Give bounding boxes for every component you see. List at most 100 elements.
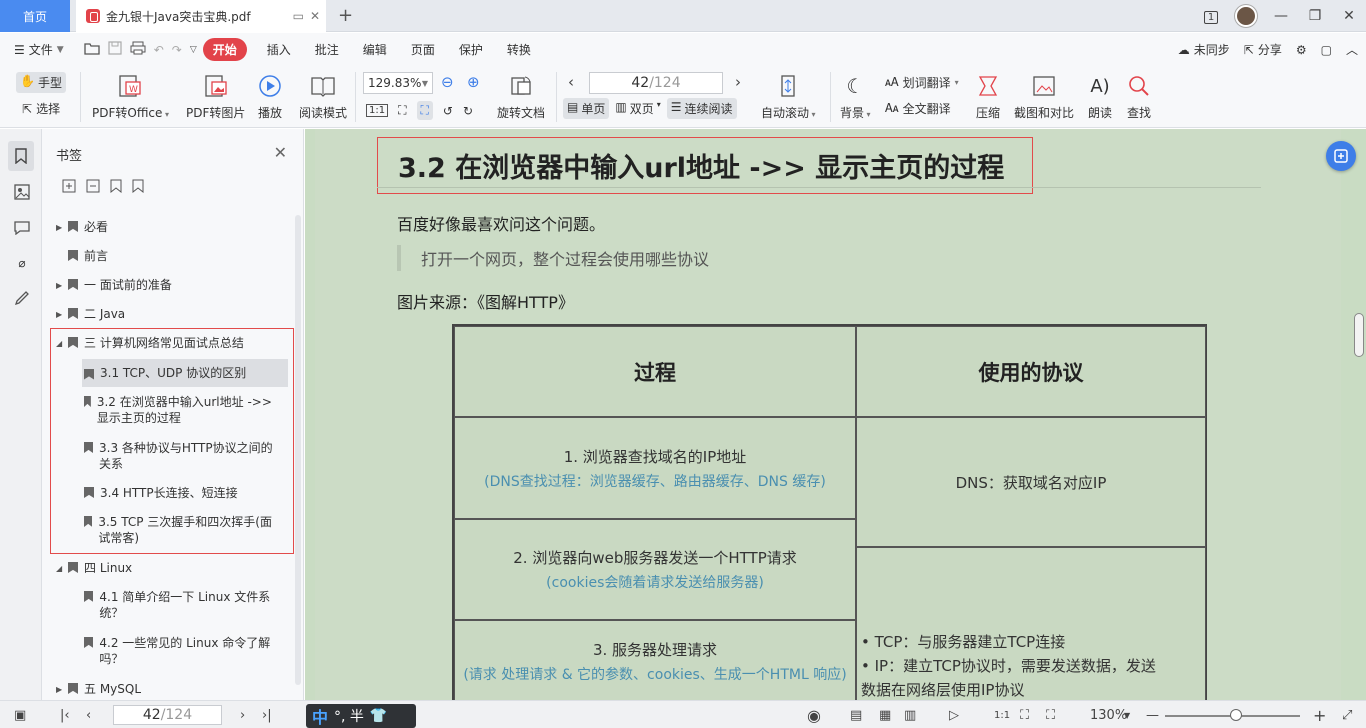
list-item[interactable]: ▶ 一 面试前的准备 — [56, 277, 286, 294]
toggle-sidebar-icon[interactable]: ▣ — [14, 701, 26, 728]
full-translate-button[interactable]: 🗛 全文翻译 — [885, 100, 951, 117]
restore-button[interactable]: ❐ — [1298, 8, 1332, 24]
list-item[interactable]: 4.1 简单介绍一下 Linux 文件系统？ — [82, 589, 282, 621]
redo-icon[interactable]: ↷ — [172, 43, 182, 57]
document-tab[interactable]: 金九银十Java突击宝典.pdf ▭ ✕ — [76, 0, 326, 32]
next-page-icon[interactable]: › — [240, 701, 245, 728]
single-page-button[interactable]: ▤ 单页 — [563, 98, 610, 119]
bookmark-add-icon[interactable] — [110, 179, 122, 196]
zoom-level[interactable]: 130% — [1090, 701, 1127, 728]
save-icon[interactable] — [108, 41, 122, 58]
bookmark-scrollbar[interactable] — [295, 215, 301, 685]
actual-size-icon[interactable]: 1:1 — [994, 701, 1010, 728]
collapse-ribbon-icon[interactable]: ︿ — [1346, 41, 1358, 58]
pdf-to-office-button[interactable]: W PDF转Office ▾ — [92, 72, 169, 121]
zoom-out-icon[interactable]: ⊖ — [441, 73, 454, 91]
read-mode-button[interactable]: 阅读模式 — [299, 72, 347, 121]
minimize-button[interactable]: — — [1264, 8, 1298, 24]
find-button[interactable]: 查找 — [1127, 72, 1151, 121]
add-bookmark-icon[interactable] — [62, 179, 76, 196]
list-item[interactable]: ◢ 四 Linux — [56, 560, 286, 577]
new-tab-button[interactable]: + — [338, 5, 353, 26]
status-page-input[interactable]: 42/124 — [113, 705, 222, 725]
hand-tool-button[interactable]: ✋ 手型 — [16, 72, 66, 93]
zoom-in-icon[interactable]: ⊕ — [467, 73, 480, 91]
auto-scroll-button[interactable]: 自动滚动 ▾ — [761, 72, 816, 121]
fit-width-icon[interactable]: ⛶ — [416, 101, 433, 120]
play-icon[interactable]: ▷ — [949, 701, 959, 728]
list-item[interactable]: 4.2 一些常见的 Linux 命令了解吗？ — [82, 635, 282, 667]
single-page-view-icon[interactable]: ▤ — [850, 701, 862, 728]
home-tab[interactable]: 首页 — [0, 0, 70, 32]
pdf-to-image-button[interactable]: PDF转图片 — [186, 72, 245, 121]
eye-care-icon[interactable]: ◉ — [807, 701, 821, 728]
rotate-document-button[interactable]: 旋转文档 — [497, 72, 545, 121]
bookmark-remove-icon[interactable] — [132, 179, 144, 196]
first-page-icon[interactable]: |‹ — [60, 701, 70, 728]
expand-icon[interactable]: ▶ — [56, 220, 66, 236]
tab-convert[interactable]: 转换 — [495, 41, 543, 58]
fit-page-icon[interactable]: ⛶ — [398, 103, 406, 118]
actual-size-icon[interactable]: 1:1 — [366, 104, 389, 117]
page-number-input[interactable]: 42/124 — [589, 72, 723, 94]
screenshot-compare-button[interactable]: 截图和对比 — [1014, 72, 1074, 121]
expand-icon[interactable]: ▶ — [56, 307, 66, 323]
file-menu[interactable]: ☰ 文件 ▼ — [14, 41, 64, 58]
double-page-view-icon[interactable]: ▥ — [904, 701, 916, 728]
chevron-down-icon[interactable]: ▼ — [1124, 701, 1130, 728]
rotate-right-icon[interactable]: ↻ — [463, 104, 473, 118]
zoom-slider-knob[interactable] — [1230, 709, 1242, 721]
tab-insert[interactable]: 插入 — [255, 41, 303, 58]
gear-icon[interactable]: ⚙ — [1296, 43, 1307, 57]
tab-annotate[interactable]: 批注 — [303, 41, 351, 58]
word-translate-button[interactable]: 🗚 划词翻译 ▾ — [885, 74, 959, 91]
expand-icon[interactable]: ▶ — [56, 682, 66, 698]
close-window-button[interactable]: ✕ — [1332, 8, 1366, 24]
print-icon[interactable] — [130, 41, 146, 58]
tab-protect[interactable]: 保护 — [447, 41, 495, 58]
expand-icon[interactable]: ▶ — [56, 278, 66, 294]
undo-icon[interactable]: ↶ — [154, 43, 164, 57]
feedback-icon[interactable]: ▢ — [1321, 43, 1332, 57]
signature-icon[interactable] — [11, 287, 33, 309]
rotate-left-icon[interactable]: ↺ — [443, 104, 453, 118]
avatar[interactable] — [1228, 5, 1264, 27]
fit-width-icon[interactable]: ⛶ — [1046, 701, 1055, 728]
close-icon[interactable]: ✕ — [274, 143, 287, 162]
sync-status[interactable]: ☁ 未同步 — [1178, 41, 1230, 58]
remove-bookmark-icon[interactable] — [86, 179, 100, 196]
input-method-indicator[interactable]: 中 °, 半 👕 — [306, 704, 416, 728]
share-button[interactable]: ⇱ 分享 — [1244, 41, 1282, 58]
select-tool-button[interactable]: ⇱ 选择 — [22, 100, 60, 117]
zoom-in-icon[interactable]: + — [1313, 701, 1326, 728]
expand-icon[interactable]: ◢ — [56, 561, 66, 577]
tab-popout-icon[interactable]: ▭ — [293, 9, 304, 23]
zoom-select[interactable]: 129.83% ▼ — [363, 72, 433, 94]
fit-page-icon[interactable]: ⛶ — [1020, 701, 1029, 728]
tab-start[interactable]: 开始 — [202, 38, 247, 61]
tab-edit[interactable]: 编辑 — [351, 41, 399, 58]
continuous-view-icon[interactable]: ▦ — [879, 701, 891, 728]
zoom-out-icon[interactable]: — — [1146, 701, 1159, 728]
read-aloud-button[interactable]: A) 朗读 — [1088, 72, 1112, 121]
list-item[interactable]: ▶ 五 MySQL — [56, 681, 286, 698]
double-page-button[interactable]: ▥ 双页 ▾ — [615, 100, 660, 117]
list-item[interactable]: ▶ 二 Java — [56, 306, 286, 323]
bookmark-panel-icon[interactable] — [8, 141, 34, 171]
open-folder-icon[interactable] — [84, 41, 100, 58]
document-scrollbar[interactable] — [1354, 313, 1364, 357]
continuous-read-button[interactable]: ☰ 连续阅读 — [666, 98, 737, 119]
play-button[interactable]: 播放 — [258, 72, 282, 121]
floating-tool-button[interactable] — [1326, 141, 1356, 171]
attachment-icon[interactable]: ⌀ — [11, 252, 33, 274]
tab-close-icon[interactable]: ✕ — [310, 9, 320, 23]
thumbnail-panel-icon[interactable] — [11, 181, 33, 203]
next-page-icon[interactable]: › — [735, 73, 741, 91]
background-button[interactable]: ☾ 背景 ▾ — [840, 72, 871, 121]
tab-page[interactable]: 页面 — [399, 41, 447, 58]
compress-button[interactable]: 压缩 — [976, 72, 1000, 121]
last-page-icon[interactable]: ›| — [262, 701, 272, 728]
fullscreen-icon[interactable]: ⤢ — [1342, 701, 1352, 728]
customize-dropdown-icon[interactable]: ▽ — [190, 45, 197, 55]
list-item[interactable]: 前言 — [56, 248, 286, 264]
